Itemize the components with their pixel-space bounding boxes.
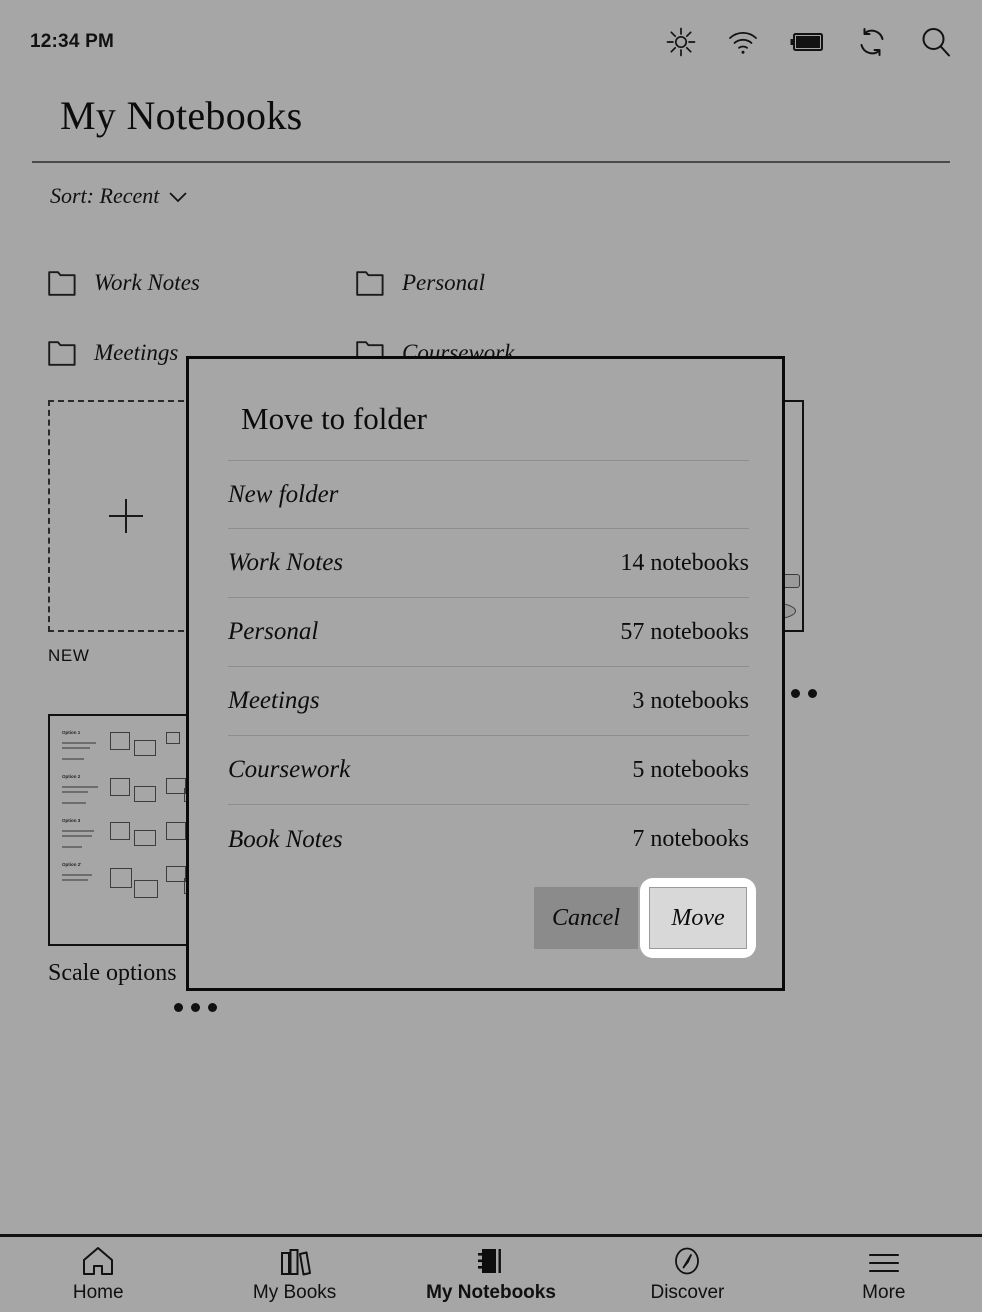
nav-item-home[interactable]: Home	[0, 1237, 196, 1312]
nav-item-discover[interactable]: Discover	[589, 1237, 785, 1312]
wifi-icon[interactable]	[728, 29, 758, 55]
folder-option-list: New folder Work Notes 14 notebooks Perso…	[228, 460, 749, 874]
books-icon	[278, 1246, 312, 1276]
plus-icon	[109, 499, 143, 533]
folder-option-work-notes[interactable]: Work Notes 14 notebooks	[228, 529, 749, 598]
thumb-heading: Option 2	[62, 774, 81, 779]
folder-option-count: 14 notebooks	[620, 549, 749, 576]
nav-item-my-books[interactable]: My Books	[196, 1237, 392, 1312]
nav-item-my-notebooks[interactable]: My Notebooks	[393, 1237, 589, 1312]
sync-icon[interactable]	[856, 26, 888, 58]
nav-item-label: Home	[72, 1281, 124, 1303]
thumb-heading: Option 3	[62, 818, 81, 823]
home-icon	[81, 1246, 115, 1276]
screen: 12:34 PM My Notebooks Sort: Recent Work …	[0, 0, 982, 1312]
nav-item-label: My Books	[252, 1281, 337, 1303]
search-icon[interactable]	[920, 26, 952, 58]
brightness-icon[interactable]	[666, 27, 696, 57]
folder-label: Personal	[402, 270, 486, 295]
thumb-heading: Option 2'	[62, 862, 82, 867]
nav-item-label: Discover	[650, 1281, 725, 1303]
title-divider	[32, 161, 950, 163]
sort-label: Sort: Recent	[50, 183, 160, 208]
folder-option-count: 57 notebooks	[620, 618, 749, 645]
notebook-thumb[interactable]: Option 1 Option 2 Option 3 Option 2'	[48, 714, 204, 946]
folder-option-count: 5 notebooks	[632, 756, 749, 783]
folder-option-meetings[interactable]: Meetings 3 notebooks	[228, 667, 749, 736]
status-icon-group	[666, 26, 952, 58]
folder-icon	[356, 271, 384, 296]
folder-option-count: 7 notebooks	[632, 826, 749, 852]
clock: 12:34 PM	[30, 31, 114, 52]
new-notebook-thumb[interactable]	[48, 400, 204, 632]
notebook-card-overflow-menu[interactable]	[774, 689, 948, 698]
thumb-heading: Option 1	[62, 730, 81, 735]
folder-option-coursework[interactable]: Coursework 5 notebooks	[228, 736, 749, 805]
cancel-button[interactable]: Cancel	[534, 887, 638, 949]
battery-icon[interactable]	[790, 32, 824, 52]
bottom-navigation: Home My Books My Notebooks Discover More	[0, 1234, 982, 1312]
dialog-title: Move to folder	[241, 401, 427, 436]
folder-option-name: New folder	[228, 480, 339, 508]
status-bar: 12:34 PM	[0, 0, 982, 84]
folder-chip-work-notes[interactable]: Work Notes	[48, 248, 356, 318]
move-button[interactable]: Move	[649, 887, 747, 949]
nav-item-label: My Notebooks	[426, 1281, 556, 1303]
dialog-actions: Cancel Move	[534, 878, 756, 958]
nav-item-label: More	[862, 1281, 906, 1303]
sort-control[interactable]: Sort: Recent	[50, 183, 187, 209]
compass-icon	[672, 1246, 702, 1276]
folder-option-book-notes[interactable]: Book Notes 7 notebooks	[228, 805, 749, 874]
folder-option-name: Meetings	[228, 687, 320, 714]
folder-option-new-folder[interactable]: New folder	[228, 460, 749, 529]
notebook-card-overflow-menu[interactable]	[174, 1003, 356, 1012]
folder-option-count: 3 notebooks	[632, 687, 749, 714]
folder-chip-personal[interactable]: Personal	[356, 248, 664, 318]
folder-option-personal[interactable]: Personal 57 notebooks	[228, 598, 749, 667]
move-button-focus-ring: Move	[640, 878, 756, 958]
nav-item-more[interactable]: More	[786, 1237, 982, 1312]
chevron-down-icon	[170, 192, 187, 203]
folder-option-name: Personal	[228, 618, 319, 645]
notebook-icon	[476, 1246, 506, 1276]
folder-label: Meetings	[94, 340, 179, 365]
folder-icon	[48, 341, 76, 366]
folder-label: Work Notes	[94, 270, 200, 295]
folder-option-name: Coursework	[228, 756, 351, 783]
page-title: My Notebooks	[60, 93, 303, 138]
folder-icon	[48, 271, 76, 296]
folder-option-name: Book Notes	[228, 825, 343, 853]
move-to-folder-dialog: Move to folder New folder Work Notes 14 …	[186, 356, 785, 991]
folder-option-name: Work Notes	[228, 549, 344, 576]
hamburger-icon	[867, 1246, 901, 1276]
